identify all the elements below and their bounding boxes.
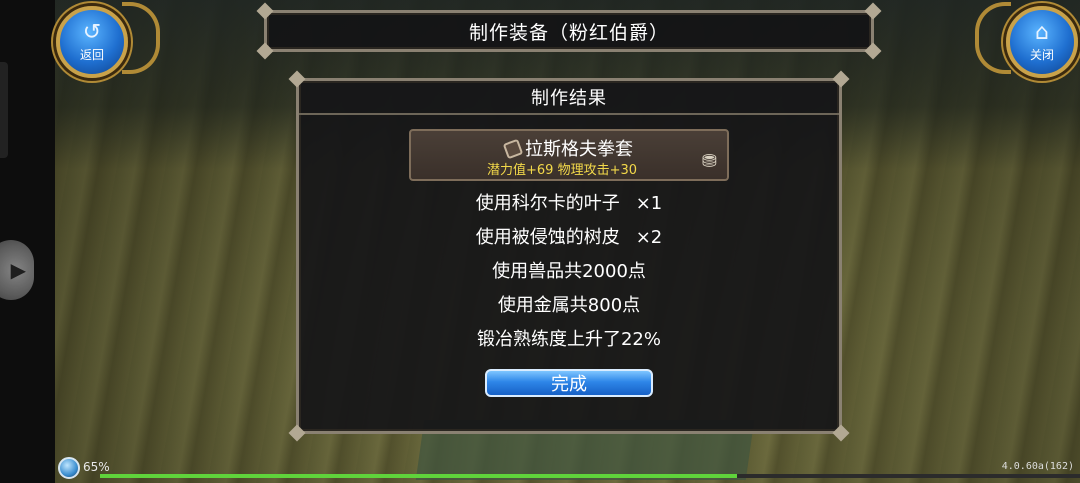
crafted-item-card[interactable]: 拉斯格夫拳套 潜力值+69 物理攻击+30 ⛃ (409, 129, 729, 181)
item-name-row: 拉斯格夫拳套 (411, 135, 727, 161)
craft-result-dialog: 制作结果 拉斯格夫拳套 潜力值+69 物理攻击+30 ⛃ 使用科尔卡的叶子 ×1 … (288, 70, 850, 442)
battery-orb-icon (58, 457, 80, 479)
result-line-qty: ×1 (635, 193, 663, 214)
result-line: 使用金属共800点 (299, 289, 839, 323)
dialog-title: 制作结果 (299, 81, 839, 115)
result-lines: 使用科尔卡的叶子 ×1 使用被侵蚀的树皮 ×2 使用兽品共2000点 使用金属共80… (299, 187, 839, 357)
back-button-label: 返回 (79, 47, 104, 62)
item-name: 拉斯格夫拳套 (525, 139, 633, 160)
result-line: 锻冶熟练度上升了22% (299, 323, 839, 357)
left-edge-tab[interactable] (0, 62, 8, 158)
close-button-label: 关闭 (1029, 47, 1054, 62)
tag-icon (502, 138, 524, 160)
play-arrow-icon[interactable]: ▶ (0, 240, 34, 300)
result-line: 使用被侵蚀的树皮 ×2 (299, 221, 839, 255)
result-line-text: 使用兽品共2000点 (492, 261, 646, 282)
back-button[interactable]: ↺ 返回 (56, 6, 128, 78)
result-line: 使用兽品共2000点 (299, 255, 839, 289)
result-line-qty: ×2 (635, 227, 663, 248)
close-button[interactable]: ⌂ 关闭 (1006, 6, 1078, 78)
done-button[interactable]: 完成 (485, 369, 653, 397)
back-arrow-icon: ↺ (82, 19, 102, 45)
battery-percent: 65% (83, 460, 110, 474)
result-line-text: 使用被侵蚀的树皮 (475, 227, 620, 248)
progress-track (100, 474, 1080, 478)
result-line-text: 使用金属共800点 (497, 295, 641, 316)
chest-icon[interactable]: ⛃ (702, 151, 717, 172)
title-bar: 制作装备（粉红伯爵） (256, 2, 882, 60)
item-stats: 潜力值+69 物理攻击+30 (487, 163, 638, 178)
result-line-text: 锻冶熟练度上升了22% (476, 329, 661, 350)
home-icon: ⌂ (1035, 19, 1049, 45)
version-label: 4.0.60a(162) (1001, 461, 1074, 472)
result-line-text: 使用科尔卡的叶子 (475, 193, 620, 214)
page-title: 制作装备（粉红伯爵） (468, 21, 669, 44)
progress-fill (100, 474, 737, 478)
result-line: 使用科尔卡的叶子 ×1 (299, 187, 839, 221)
